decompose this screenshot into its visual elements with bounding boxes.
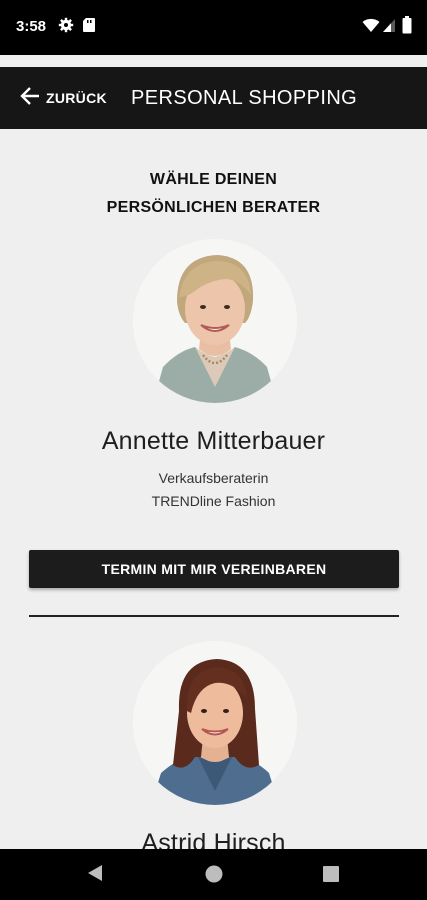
back-triangle-icon[interactable] [86, 863, 104, 888]
advisor-name: Annette Mitterbauer [101, 427, 326, 455]
battery-icon [402, 16, 412, 39]
home-circle-icon[interactable] [204, 864, 224, 889]
section-heading: WÄHLE DEINEN PERSÖNLICHEN BERATER [0, 166, 427, 222]
advisor-role: Verkaufsberaterin [158, 470, 269, 486]
gear-icon [58, 17, 74, 38]
signal-icon [382, 18, 396, 38]
page-title: PERSONAL SHOPPING [131, 87, 358, 109]
back-label: ZURÜCK [46, 90, 107, 106]
book-appointment-button[interactable]: TERMIN MIT MIR VEREINBAREN [29, 550, 399, 588]
navigation-bar [0, 849, 427, 900]
advisor-list[interactable]: WÄHLE DEINEN PERSÖNLICHEN BERATER Annett… [0, 129, 427, 849]
arrow-left-icon [20, 86, 40, 111]
sd-card-icon [82, 17, 96, 38]
advisor-department: TRENDline Fashion [151, 493, 276, 509]
back-button[interactable]: ZURÜCK [20, 85, 107, 111]
heading-line-1: WÄHLE DEINEN [149, 171, 278, 188]
recents-square-icon[interactable] [322, 865, 340, 888]
status-time: 3:58 [16, 18, 47, 35]
advisor-name: Astrid Hirsch [141, 829, 286, 849]
app-bar: ZURÜCK PERSONAL SHOPPING [0, 67, 427, 129]
advisor-photo [133, 239, 297, 403]
advisor-photo [133, 641, 297, 805]
wifi-icon [362, 18, 380, 38]
status-bar: 3:58 [0, 0, 427, 55]
heading-line-2: PERSÖNLICHEN BERATER [106, 199, 321, 216]
divider [29, 615, 399, 617]
